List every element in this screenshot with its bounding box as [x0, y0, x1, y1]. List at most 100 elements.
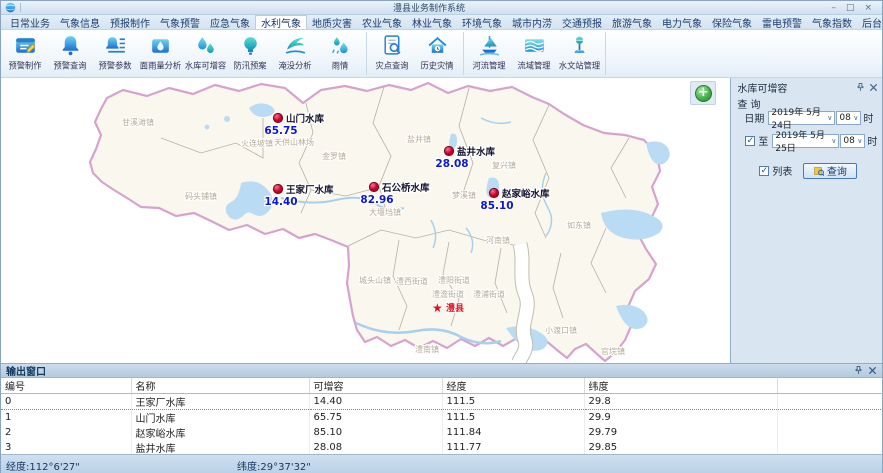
menu-tab-15[interactable]: 雷电预警 — [757, 15, 807, 29]
ribbon-toolbar: 预警制作预警查询预警参数面雨量分析水库可增容防汛预案淹没分析雨情 灾点查询历史灾情… — [1, 30, 882, 78]
reservoir-dot-icon[interactable] — [273, 184, 282, 193]
minimize-button[interactable]: – — [831, 2, 836, 14]
reservoir-name: 石公桥水库 — [381, 182, 430, 194]
menu-tab-17[interactable]: 后台管理 — [857, 15, 883, 29]
table-cell: 王家厂水库 — [131, 394, 309, 410]
toolbar-button-flood-plan-bulb[interactable]: 防汛预案 — [228, 30, 273, 77]
pin-icon[interactable] — [854, 366, 863, 375]
menu-tab-1[interactable]: 气象信息 — [55, 15, 105, 29]
li-river-ribbon — [519, 244, 527, 362]
column-header[interactable]: 可增容 — [309, 378, 442, 394]
menu-tab-11[interactable]: 交通预报 — [557, 15, 607, 29]
map-canvas[interactable]: 甘溪滩镇火连坡镇天供山林场金罗镇盐井镇码头铺镇复兴镇梦溪镇如东镇大堰垱镇河南镇城… — [1, 78, 730, 363]
end-date-select[interactable]: 2019年 5月25日 ∨ — [772, 134, 839, 148]
table-cell: 盐井水库 — [131, 440, 309, 455]
toolbar-separator — [605, 32, 606, 75]
toolbar-button-alert-edit[interactable]: 预警制作 — [3, 30, 48, 77]
maximize-button[interactable]: □ — [846, 2, 855, 14]
toolbar-button-inundation-wave[interactable]: 淹没分析 — [273, 30, 318, 77]
table-cell: 29.8 — [584, 394, 777, 410]
pin-icon[interactable] — [856, 83, 865, 92]
toolbar-button-alert-bell[interactable]: 预警查询 — [48, 30, 93, 77]
menu-tab-6[interactable]: 地质灾害 — [307, 15, 357, 29]
toolbar-label: 预警查询 — [54, 60, 87, 72]
toolbar-button-reservoir-capacity[interactable]: 水库可增容 — [183, 30, 228, 77]
toolbar-button-history-disaster[interactable]: 历史灾情 — [415, 30, 460, 77]
toolbar-button-hydro-station[interactable]: 水文站管理 — [557, 30, 602, 77]
end-hour-value: 08 — [843, 136, 854, 146]
menu-tab-12[interactable]: 旅游气象 — [607, 15, 657, 29]
column-header[interactable]: 编号 — [1, 378, 131, 394]
table-cell: 29.79 — [584, 425, 777, 440]
town-label: 码头铺镇 — [185, 191, 217, 201]
table-row[interactable]: 0王家厂水库14.40111.529.8 — [1, 394, 883, 410]
toolbar-button-basin-waves[interactable]: 流域管理 — [512, 30, 557, 77]
reservoir-dot-icon[interactable] — [444, 146, 453, 155]
river-sailboat-icon — [477, 33, 502, 58]
table-row[interactable]: 1山门水库65.75111.529.9 — [1, 410, 883, 426]
table-cell: 28.08 — [309, 440, 442, 455]
column-header[interactable]: 经度 — [442, 378, 584, 394]
menu-tab-8[interactable]: 林业气象 — [407, 15, 457, 29]
table-row[interactable]: 2赵家峪水库85.10111.8429.79 — [1, 425, 883, 440]
start-date-select[interactable]: 2019年 5月24日 ∨ — [768, 111, 835, 125]
chevron-down-icon: ∨ — [831, 137, 836, 145]
menu-tab-5[interactable]: 水利气象 — [255, 15, 307, 29]
county-star-icon: ★ — [432, 301, 443, 315]
table-cell: 29.9 — [584, 410, 777, 426]
town-label: 梦溪镇 — [452, 190, 476, 200]
column-header[interactable]: 名称 — [131, 378, 309, 394]
toolbar-button-alert-params[interactable]: 预警参数 — [93, 30, 138, 77]
menu-tab-0[interactable]: 日常业务 — [5, 15, 55, 29]
toolbar-button-river-sailboat[interactable]: 河流管理 — [467, 30, 512, 77]
app-globe-icon — [5, 2, 16, 13]
toolbar-label: 预警参数 — [99, 60, 132, 72]
start-hour-select[interactable]: 08 ∨ — [836, 111, 861, 125]
town-label: 盐井镇 — [407, 134, 431, 144]
menu-tab-2[interactable]: 预报制作 — [105, 15, 155, 29]
reservoir-dot-icon[interactable] — [273, 113, 282, 122]
town-label: 城头山镇 — [359, 275, 391, 285]
flood-plan-bulb-icon — [238, 33, 263, 58]
end-hour-select[interactable]: 08 ∨ — [840, 134, 865, 148]
menu-tab-4[interactable]: 应急气象 — [205, 15, 255, 29]
menu-tab-16[interactable]: 气象指数 — [807, 15, 857, 29]
toolbar-button-disaster-search[interactable]: 灾点查询 — [370, 30, 415, 77]
menu-bar: 日常业务气象信息预报制作气象预警应急气象水利气象地质灾害农业气象林业气象环境气象… — [1, 15, 882, 30]
reservoir-capacity-value: 14.40 — [264, 196, 297, 208]
table-row[interactable]: 3盐井水库28.08111.7729.85 — [1, 440, 883, 455]
to-date-checkbox[interactable]: ✓ — [745, 136, 755, 146]
menu-tab-10[interactable]: 城市内涝 — [507, 15, 557, 29]
menu-tab-9[interactable]: 环境气象 — [457, 15, 507, 29]
menu-tab-7[interactable]: 农业气象 — [357, 15, 407, 29]
table-cell: 2 — [1, 425, 131, 440]
toolbar-button-areal-rain[interactable]: 面雨量分析 — [138, 30, 183, 77]
basin-waves-icon — [522, 33, 547, 58]
titlebar-separator: | — [19, 3, 22, 13]
toolbar-label: 雨情 — [332, 60, 349, 72]
list-checkbox[interactable]: ✓ — [759, 166, 769, 176]
inundation-wave-icon — [283, 33, 308, 58]
close-panel-icon[interactable] — [869, 83, 878, 92]
to-label: 至 — [758, 133, 768, 148]
reservoir-name: 赵家峪水库 — [501, 188, 550, 200]
town-label: 澧澹街道 — [432, 289, 464, 299]
close-panel-icon[interactable] — [868, 366, 877, 375]
query-button[interactable]: 查询 — [803, 163, 857, 179]
toolbar-button-rain-drops[interactable]: 雨情 — [318, 30, 363, 77]
status-bar: 经度:112°6'27" 纬度:29°37'32" — [1, 454, 882, 473]
map-add-button[interactable]: + — [695, 85, 712, 102]
reservoir-dot-icon[interactable] — [489, 188, 498, 197]
column-header[interactable]: 纬度 — [584, 378, 777, 394]
title-bar: | 澧县业务制作系统 – □ × — [1, 1, 882, 15]
close-button[interactable]: × — [864, 2, 872, 14]
menu-tab-3[interactable]: 气象预警 — [155, 15, 205, 29]
menu-tab-14[interactable]: 保险气象 — [707, 15, 757, 29]
table-cell: 65.75 — [309, 410, 442, 426]
town-label: 澧阳街道 — [438, 275, 470, 285]
reservoir-dot-icon[interactable] — [369, 182, 378, 191]
table-cell: 85.10 — [309, 425, 442, 440]
app-window: | 澧县业务制作系统 – □ × 日常业务气象信息预报制作气象预警应急气象水利气… — [0, 0, 883, 473]
areal-rain-icon — [148, 33, 173, 58]
menu-tab-13[interactable]: 电力气象 — [657, 15, 707, 29]
